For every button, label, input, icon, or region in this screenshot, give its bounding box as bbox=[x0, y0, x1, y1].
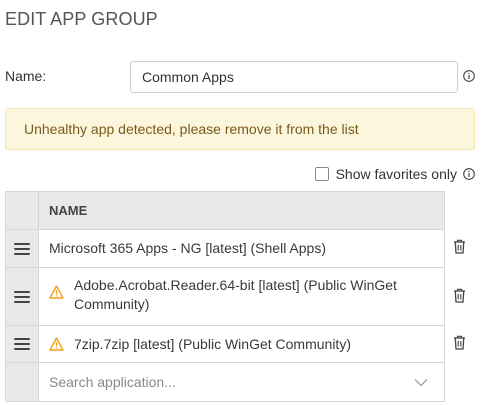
search-row bbox=[6, 362, 444, 401]
search-application-input[interactable] bbox=[49, 374, 414, 390]
favorites-label[interactable]: Show favorites only bbox=[336, 166, 457, 182]
drag-handle-icon bbox=[14, 335, 30, 353]
chevron-down-icon[interactable] bbox=[414, 378, 428, 387]
name-label: Name: bbox=[5, 68, 47, 84]
warning-icon bbox=[49, 285, 64, 299]
drag-handle[interactable] bbox=[6, 230, 39, 267]
delete-icon[interactable] bbox=[453, 335, 466, 350]
drag-handle-icon bbox=[14, 240, 30, 258]
handle-column-header bbox=[6, 192, 39, 229]
app-name-cell: Microsoft 365 Apps - NG [latest] (Shell … bbox=[39, 230, 444, 267]
drag-handle[interactable] bbox=[6, 268, 39, 325]
app-name: 7zip.7zip [latest] (Public WinGet Commun… bbox=[74, 335, 351, 352]
app-name: Microsoft 365 Apps - NG [latest] (Shell … bbox=[49, 240, 327, 256]
search-row-spacer bbox=[6, 363, 39, 401]
delete-icon[interactable] bbox=[453, 239, 466, 254]
table-header: NAME bbox=[6, 192, 444, 229]
drag-handle[interactable] bbox=[6, 326, 39, 362]
table-row: Microsoft 365 Apps - NG [latest] (Shell … bbox=[6, 229, 444, 267]
name-column-header[interactable]: NAME bbox=[39, 192, 444, 229]
page-title: EDIT APP GROUP bbox=[5, 9, 158, 29]
show-favorites-toggle[interactable]: Show favorites only bbox=[314, 165, 475, 183]
warning-icon bbox=[49, 337, 64, 351]
search-cell bbox=[39, 363, 444, 401]
table-row: Adobe.Acrobat.Reader.64-bit [latest] (Pu… bbox=[6, 267, 444, 325]
drag-handle-icon bbox=[14, 288, 30, 306]
app-name: Adobe.Acrobat.Reader.64-bit [latest] (Pu… bbox=[74, 277, 397, 312]
app-table: NAME Microsoft 365 Apps - NG [latest] (S… bbox=[5, 191, 445, 402]
name-field[interactable] bbox=[130, 61, 458, 93]
app-name-cell: 7zip.7zip [latest] (Public WinGet Commun… bbox=[39, 326, 444, 362]
app-name-cell: Adobe.Acrobat.Reader.64-bit [latest] (Pu… bbox=[39, 268, 444, 325]
delete-icon[interactable] bbox=[453, 288, 466, 303]
favorites-checkbox[interactable] bbox=[314, 167, 329, 181]
info-icon[interactable] bbox=[463, 168, 475, 180]
info-icon[interactable] bbox=[463, 70, 475, 82]
table-row: 7zip.7zip [latest] (Public WinGet Commun… bbox=[6, 325, 444, 362]
unhealthy-app-alert: Unhealthy app detected, please remove it… bbox=[5, 108, 475, 150]
